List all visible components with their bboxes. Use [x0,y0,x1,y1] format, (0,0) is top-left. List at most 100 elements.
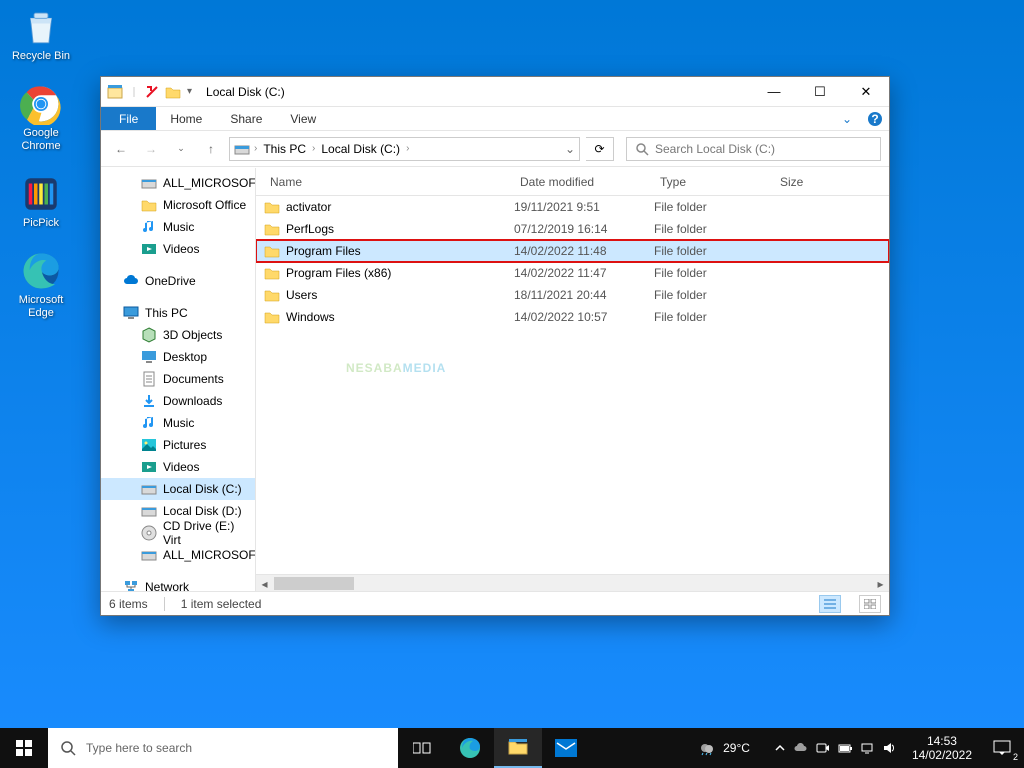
col-name[interactable]: Name [264,175,514,189]
ribbon-expand-button[interactable]: ⌄ [833,107,861,130]
nav-item[interactable]: Local Disk (C:) [101,478,255,500]
minimize-button[interactable]: — [751,77,797,107]
back-button[interactable]: ← [109,137,133,161]
file-date: 19/11/2021 9:51 [514,200,654,214]
breadcrumb-thispc[interactable]: This PC [261,142,308,156]
breadcrumb-localdisk[interactable]: Local Disk (C:) [319,142,402,156]
titlebar[interactable]: ▾ Local Disk (C:) — ☐ ✕ [101,77,889,107]
nav-label: CD Drive (E:) Virt [163,519,249,547]
col-date[interactable]: Date modified [514,175,654,189]
desktop-icon-recycle-bin[interactable]: Recycle Bin [4,4,78,65]
nav-item[interactable]: Microsoft Office [101,194,255,216]
table-row[interactable]: PerfLogs07/12/2019 16:14File folder [256,218,889,240]
ribbon-file-tab[interactable]: File [101,107,156,130]
system-tray[interactable]: 29°C [691,740,904,756]
qat-properties-icon[interactable] [145,85,159,99]
nav-item[interactable]: Music [101,412,255,434]
details-view-button[interactable] [819,595,841,613]
nav-item[interactable]: Videos [101,238,255,260]
mail-icon [555,739,577,757]
ribbon-tab-share[interactable]: Share [216,107,276,130]
qat-dropdown-icon[interactable]: ▾ [187,86,192,97]
taskbar-mail[interactable] [542,728,590,768]
taskbar-search[interactable]: Type here to search [48,728,398,768]
windows-icon [16,740,32,756]
tray-chevron-up-icon[interactable] [774,742,786,754]
help-button[interactable]: ? [861,107,889,130]
file-rows[interactable]: NESABAMEDIA activator19/11/2021 9:51File… [256,196,889,574]
battery-icon[interactable] [838,741,852,755]
weather-temp: 29°C [723,741,750,755]
nav-item[interactable]: CD Drive (E:) Virt [101,522,255,544]
volume-icon[interactable] [882,741,896,755]
onedrive-tray-icon[interactable] [794,741,808,755]
nav-label: Network [145,580,189,591]
computer-icon [123,305,139,321]
ribbon-tab-home[interactable]: Home [156,107,216,130]
status-item-count: 6 items [109,597,148,611]
chevron-right-icon[interactable]: › [312,143,315,154]
table-row[interactable]: activator19/11/2021 9:51File folder [256,196,889,218]
nav-network[interactable]: Network [101,576,255,591]
col-size[interactable]: Size [774,175,844,189]
desktop-icon-picpick[interactable]: PicPick [4,171,78,232]
explorer-window: ▾ Local Disk (C:) — ☐ ✕ File Home Share … [100,76,890,616]
start-button[interactable] [0,728,48,768]
ribbon-tab-view[interactable]: View [276,107,330,130]
file-type: File folder [654,310,774,324]
desktop-icon-chrome[interactable]: Google Chrome [4,81,78,155]
nav-thispc[interactable]: This PC [101,302,255,324]
up-button[interactable]: ↑ [199,137,223,161]
table-row[interactable]: Program Files14/02/2022 11:48File folder [256,240,889,262]
nav-item[interactable]: Documents [101,368,255,390]
watermark: NESABAMEDIA [346,346,446,380]
nav-onedrive[interactable]: OneDrive [101,270,255,292]
recent-locations-button[interactable]: ⌄ [169,137,193,161]
nav-label: Microsoft Office [163,198,246,212]
nav-item[interactable]: Music [101,216,255,238]
table-row[interactable]: Windows14/02/2022 10:57File folder [256,306,889,328]
task-view-button[interactable] [398,728,446,768]
nav-item[interactable]: ALL_MICROSOFT [101,544,255,566]
maximize-button[interactable]: ☐ [797,77,843,107]
chevron-right-icon[interactable]: › [406,143,409,154]
file-date: 18/11/2021 20:44 [514,288,654,302]
table-row[interactable]: Users18/11/2021 20:44File folder [256,284,889,306]
nav-item[interactable]: Desktop [101,346,255,368]
scroll-right-icon[interactable]: ▸ [872,575,889,592]
nav-item[interactable]: Videos [101,456,255,478]
taskbar-edge[interactable] [446,728,494,768]
navigation-pane[interactable]: ALL_MICROSOFTMicrosoft OfficeMusicVideos… [101,168,256,591]
table-row[interactable]: Program Files (x86)14/02/2022 11:47File … [256,262,889,284]
status-selected: 1 item selected [181,597,262,611]
col-type[interactable]: Type [654,175,774,189]
desktop-icon-label: Recycle Bin [12,50,70,63]
taskbar-explorer[interactable] [494,728,542,768]
refresh-button[interactable]: ⟳ [586,137,614,161]
nav-label: Desktop [163,350,207,364]
nav-toolbar: ← → ⌄ ↑ › This PC › Local Disk (C:) › ⌄ … [101,131,889,167]
edge-icon [459,737,481,759]
nav-item[interactable]: 3D Objects [101,324,255,346]
forward-button[interactable]: → [139,137,163,161]
desktop-icon-edge[interactable]: Microsoft Edge [4,248,78,322]
scroll-left-icon[interactable]: ◂ [256,575,273,592]
column-headers[interactable]: Name Date modified Type Size [256,168,889,196]
large-icons-view-button[interactable] [859,595,881,613]
chevron-right-icon[interactable]: › [254,143,257,154]
horizontal-scrollbar[interactable]: ◂ ▸ [256,574,889,591]
action-center-button[interactable]: 2 [980,728,1024,768]
nav-item[interactable]: Pictures [101,434,255,456]
taskbar[interactable]: Type here to search 29°C 14:53 14/02/202… [0,728,1024,768]
address-dropdown-icon[interactable]: ⌄ [565,142,575,156]
network-tray-icon[interactable] [860,741,874,755]
meet-now-icon[interactable] [816,741,830,755]
scroll-thumb[interactable] [274,577,354,590]
close-button[interactable]: ✕ [843,77,889,107]
taskbar-clock[interactable]: 14:53 14/02/2022 [904,734,980,762]
search-box[interactable]: Search Local Disk (C:) [626,137,881,161]
nav-item[interactable]: Downloads [101,390,255,412]
folder-icon[interactable] [165,84,181,100]
address-bar[interactable]: › This PC › Local Disk (C:) › ⌄ [229,137,580,161]
nav-item[interactable]: ALL_MICROSOFT [101,172,255,194]
